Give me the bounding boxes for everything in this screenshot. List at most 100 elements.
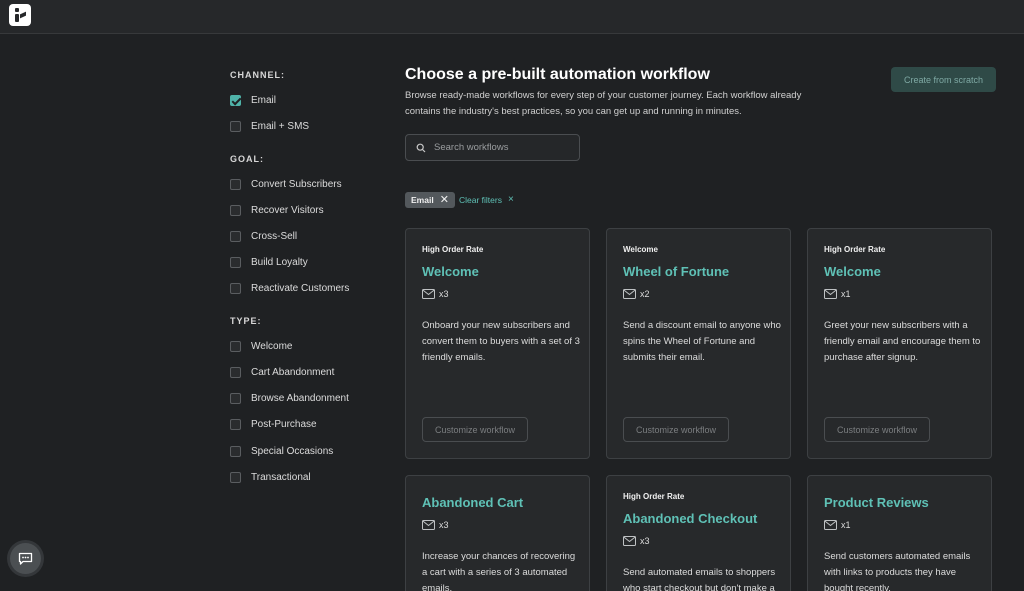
- email-count-value: x1: [841, 289, 851, 299]
- checkbox-icon[interactable]: [230, 340, 241, 352]
- filter-label: Transactional: [251, 471, 311, 483]
- filter-label: Cart Abandonment: [251, 366, 335, 378]
- email-count-value: x3: [640, 536, 650, 546]
- customize-workflow-button[interactable]: Customize workflow: [824, 417, 930, 442]
- channel-section-title: CHANNEL:: [230, 70, 285, 80]
- checkbox-icon[interactable]: [230, 445, 241, 457]
- card-title[interactable]: Abandoned Checkout: [623, 511, 757, 526]
- checkbox-icon[interactable]: [230, 256, 241, 268]
- filter-goal-cross-sell[interactable]: Cross-Sell: [230, 229, 297, 243]
- filter-label: Cross-Sell: [251, 230, 298, 242]
- card-title[interactable]: Wheel of Fortune: [623, 264, 729, 279]
- brand-logo-icon[interactable]: [9, 4, 31, 26]
- filter-label: Convert Subscribers: [251, 178, 342, 190]
- envelope-icon: [623, 289, 636, 299]
- filter-type-cart-abandonment[interactable]: Cart Abandonment: [230, 365, 334, 379]
- envelope-icon: [623, 536, 636, 546]
- envelope-icon: [824, 289, 837, 299]
- filter-label: Post-Purchase: [251, 418, 317, 430]
- checkbox-icon[interactable]: [230, 204, 241, 216]
- email-count-value: x2: [640, 289, 650, 299]
- goal-section-title: GOAL:: [230, 154, 264, 164]
- clear-filters-link[interactable]: Clear filters ×: [459, 194, 514, 206]
- workflow-card[interactable]: Welcome Wheel of Fortune x2 Send a disco…: [606, 228, 791, 459]
- filter-label: Special Occasions: [251, 445, 334, 457]
- email-count: x3: [422, 289, 449, 299]
- email-count: x1: [824, 289, 851, 299]
- workflow-card[interactable]: High Order Rate Welcome x3 Onboard your …: [405, 228, 590, 459]
- workflow-card[interactable]: Product Reviews x1 Send customers automa…: [807, 475, 992, 591]
- email-count: x3: [623, 536, 650, 546]
- card-title[interactable]: Abandoned Cart: [422, 495, 523, 510]
- filter-label: Email: [251, 94, 277, 106]
- email-count-value: x1: [841, 520, 851, 530]
- email-count-value: x3: [439, 289, 449, 299]
- checkbox-icon[interactable]: [230, 366, 241, 378]
- card-tag: High Order Rate: [422, 245, 484, 254]
- card-description: Onboard your new subscribers and convert…: [422, 320, 580, 363]
- card-title[interactable]: Product Reviews: [824, 495, 929, 510]
- type-section-title: TYPE:: [230, 316, 262, 326]
- checkbox-icon[interactable]: [230, 282, 241, 294]
- page-title: Choose a pre-built automation workflow: [405, 66, 710, 83]
- active-filter-chip[interactable]: Email ✕: [405, 192, 455, 208]
- email-count-value: x3: [439, 520, 449, 530]
- workflow-card[interactable]: High Order Rate Welcome x1 Greet your ne…: [807, 228, 992, 459]
- email-count: x2: [623, 289, 650, 299]
- workflow-card[interactable]: High Order Rate Abandoned Checkout x3 Se…: [606, 475, 791, 591]
- filter-label: Email + SMS: [251, 120, 310, 132]
- search-icon: [416, 143, 426, 152]
- checkbox-icon[interactable]: [230, 178, 241, 190]
- email-count: x3: [422, 520, 449, 530]
- card-description: Send automated emails to shoppers who st…: [623, 567, 776, 591]
- checkbox-icon[interactable]: [230, 120, 241, 132]
- card-description: Greet your new subscribers with a friend…: [824, 320, 981, 363]
- card-description: Increase your chances of recovering a ca…: [422, 551, 576, 591]
- checkbox-checked-icon[interactable]: [230, 94, 241, 106]
- chat-button[interactable]: [10, 543, 41, 574]
- chip-label: Email: [411, 195, 434, 205]
- clear-filters-label: Clear filters: [459, 195, 502, 205]
- filter-type-special-occasions[interactable]: Special Occasions: [230, 444, 333, 458]
- close-icon: ×: [507, 194, 514, 205]
- filter-type-browse-abandonment[interactable]: Browse Abandonment: [230, 391, 349, 405]
- customize-workflow-button[interactable]: Customize workflow: [623, 417, 729, 442]
- filter-type-post-purchase[interactable]: Post-Purchase: [230, 417, 317, 431]
- workflow-card[interactable]: Abandoned Cart x3 Increase your chances …: [405, 475, 590, 591]
- envelope-icon: [422, 520, 435, 530]
- card-tag: Welcome: [623, 245, 658, 254]
- card-title[interactable]: Welcome: [824, 264, 881, 279]
- email-count: x1: [824, 520, 851, 530]
- filter-goal-convert-subscribers[interactable]: Convert Subscribers: [230, 177, 342, 191]
- filter-channel-email[interactable]: Email: [230, 93, 276, 107]
- create-from-scratch-button[interactable]: Create from scratch: [891, 67, 996, 92]
- filter-type-transactional[interactable]: Transactional: [230, 470, 311, 484]
- filter-label: Welcome: [251, 340, 293, 352]
- envelope-icon: [824, 520, 837, 530]
- checkbox-icon[interactable]: [230, 418, 241, 430]
- card-title[interactable]: Welcome: [422, 264, 479, 279]
- search-input[interactable]: [434, 142, 564, 153]
- filter-goal-recover-visitors[interactable]: Recover Visitors: [230, 203, 324, 217]
- filter-type-welcome[interactable]: Welcome: [230, 339, 293, 353]
- checkbox-icon[interactable]: [230, 471, 241, 483]
- card-description: Send a discount email to anyone who spin…: [623, 320, 781, 363]
- top-bar: [0, 0, 1024, 34]
- filter-goal-reactivate-customers[interactable]: Reactivate Customers: [230, 281, 349, 295]
- chat-icon: [18, 552, 33, 565]
- page-description: Browse ready-made workflows for every st…: [405, 90, 802, 117]
- envelope-icon: [422, 289, 435, 299]
- customize-workflow-button[interactable]: Customize workflow: [422, 417, 528, 442]
- filter-goal-build-loyalty[interactable]: Build Loyalty: [230, 255, 308, 269]
- search-box[interactable]: [405, 134, 580, 161]
- remove-filter-icon[interactable]: ✕: [440, 194, 449, 206]
- card-description: Send customers automated emails with lin…: [824, 551, 971, 591]
- filter-label: Browse Abandonment: [251, 392, 349, 404]
- filter-channel-email-sms[interactable]: Email + SMS: [230, 119, 309, 133]
- card-tag: High Order Rate: [623, 492, 685, 501]
- checkbox-icon[interactable]: [230, 392, 241, 404]
- card-tag: High Order Rate: [824, 245, 886, 254]
- checkbox-icon[interactable]: [230, 230, 241, 242]
- filter-label: Reactivate Customers: [251, 282, 350, 294]
- filter-label: Build Loyalty: [251, 256, 308, 268]
